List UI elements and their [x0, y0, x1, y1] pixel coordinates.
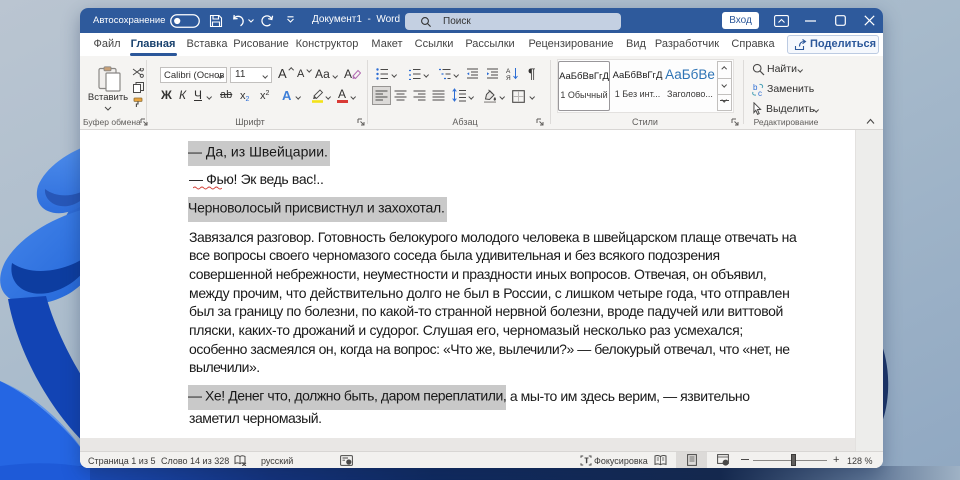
svg-text:c: c: [758, 89, 762, 97]
svg-text:Я: Я: [506, 75, 511, 80]
svg-text:А: А: [506, 68, 511, 75]
